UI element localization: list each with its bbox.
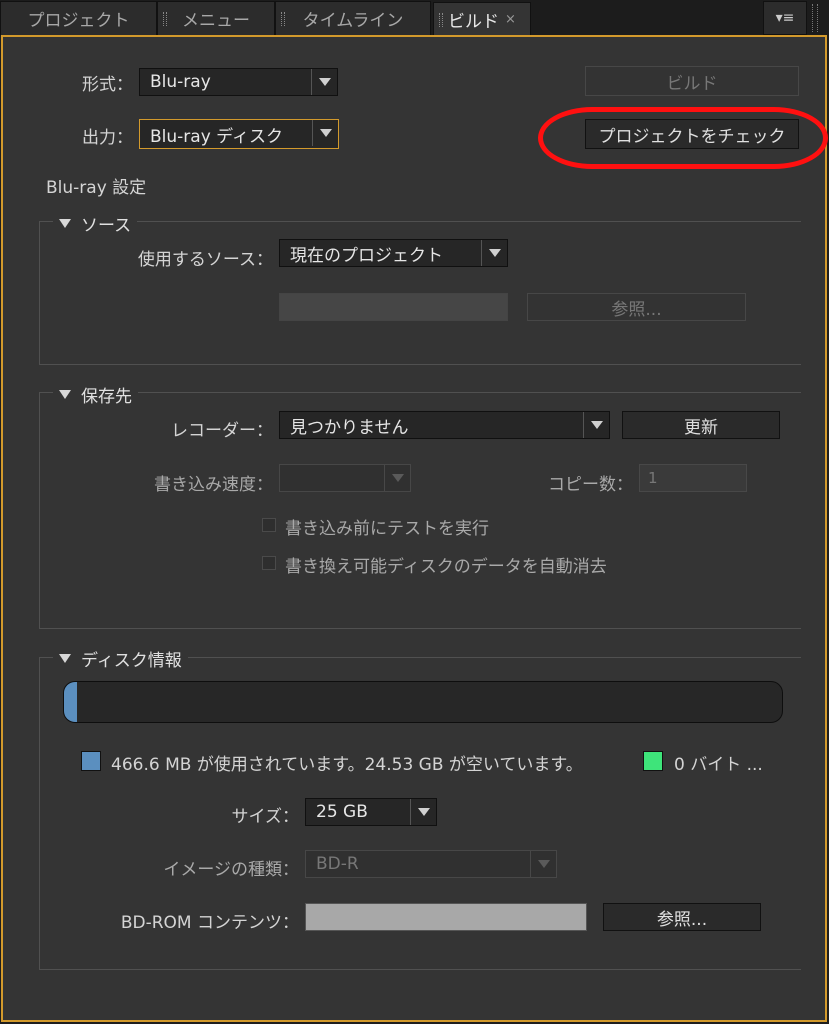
grip-icon	[439, 13, 443, 27]
other-space-swatch	[643, 751, 663, 771]
chevron-down-icon	[583, 412, 609, 438]
source-dropdown[interactable]: 現在のプロジェクト	[279, 239, 508, 267]
build-button[interactable]: ビルド	[585, 66, 799, 96]
source-use-label: 使用するソース：	[137, 250, 273, 270]
auto-erase-label: 書き換え可能ディスクのデータを自動消去	[285, 557, 607, 577]
chevron-down-icon	[384, 465, 410, 491]
format-value: Blu-ray	[150, 72, 211, 92]
other-usage-text: 0 バイト ...	[674, 755, 763, 775]
tab-project[interactable]: プロジェクト	[0, 1, 157, 35]
settings-title: Blu-ray 設定	[46, 178, 147, 198]
disclosure-triangle-icon[interactable]	[59, 654, 71, 663]
copies-field[interactable]: 1	[639, 464, 747, 492]
image-type-dropdown[interactable]: BD-R	[305, 850, 557, 878]
tab-label: ビルド	[448, 12, 500, 32]
size-dropdown[interactable]: 25 GB	[305, 798, 437, 826]
bdrom-contents-label: BD-ROM コンテンツ：	[120, 913, 299, 933]
disc-info-group-border	[39, 657, 40, 970]
source-group-border	[39, 221, 801, 222]
output-dropdown[interactable]: Blu-ray ディスク	[139, 119, 339, 149]
chevron-down-icon	[530, 851, 556, 877]
test-before-write-label: 書き込み前にテストを実行	[285, 519, 489, 539]
format-dropdown[interactable]: Blu-ray	[139, 68, 338, 96]
write-speed-label: 書き込み速度：	[154, 475, 273, 495]
disc-info-group-title[interactable]: ディスク情報	[53, 646, 188, 671]
destination-group-border	[39, 392, 40, 629]
source-path-field[interactable]	[279, 293, 508, 321]
panel-menu-icon[interactable]: ▾≡	[763, 1, 807, 35]
source-title-text: ソース	[81, 216, 132, 236]
tab-bar: プロジェクト メニュー タイムライン ビルド × ▾≡	[0, 0, 829, 36]
disc-usage-meter	[63, 681, 783, 723]
tab-menu[interactable]: メニュー	[157, 1, 275, 35]
used-space-swatch	[81, 751, 101, 771]
tab-label: メニュー	[182, 11, 250, 31]
disc-info-group-border	[39, 969, 801, 970]
source-group-border	[39, 364, 801, 365]
size-label: サイズ：	[231, 807, 300, 827]
chevron-down-icon	[481, 240, 507, 266]
recorder-dropdown[interactable]: 見つかりません	[279, 411, 610, 439]
tab-label: タイムライン	[302, 11, 404, 31]
red-highlight-annotation	[538, 107, 828, 169]
destination-group-border	[39, 392, 801, 393]
grip-icon	[281, 12, 285, 26]
source-browse-button[interactable]: 参照...	[527, 293, 746, 321]
copies-label: コピー数：	[548, 475, 633, 495]
refresh-button[interactable]: 更新	[622, 411, 780, 439]
grip-icon	[812, 4, 818, 32]
image-type-label: イメージの種類：	[163, 860, 299, 880]
auto-erase-checkbox[interactable]	[262, 556, 276, 570]
disclosure-triangle-icon[interactable]	[59, 219, 71, 228]
build-panel: 形式： Blu-ray 出力： Blu-ray ディスク ビルド プロジェクトを…	[1, 35, 828, 1022]
disclosure-triangle-icon[interactable]	[59, 390, 71, 399]
recorder-label: レコーダー：	[171, 421, 273, 441]
size-value: 25 GB	[316, 802, 368, 822]
write-speed-dropdown[interactable]	[279, 464, 411, 492]
destination-group-border	[39, 628, 801, 629]
output-value: Blu-ray ディスク	[150, 126, 283, 147]
format-label: 形式：	[82, 75, 133, 95]
test-before-write-checkbox[interactable]	[262, 518, 276, 532]
disc-usage-text: 466.6 MB が使用されています。24.53 GB が空いています。	[111, 755, 583, 775]
output-label: 出力：	[82, 128, 133, 148]
recorder-value: 見つかりません	[290, 417, 409, 438]
source-value: 現在のプロジェクト	[290, 245, 443, 266]
chevron-down-icon	[312, 120, 338, 146]
tab-label: プロジェクト	[27, 11, 130, 31]
image-type-value: BD-R	[316, 854, 359, 874]
tab-build[interactable]: ビルド ×	[433, 2, 531, 36]
grip-icon	[163, 12, 167, 26]
close-icon[interactable]: ×	[505, 12, 516, 27]
bdrom-browse-button[interactable]: 参照...	[603, 903, 761, 931]
disc-info-title-text: ディスク情報	[81, 651, 182, 671]
bdrom-contents-field[interactable]	[305, 903, 587, 931]
chevron-down-icon	[311, 69, 337, 95]
disc-usage-fill	[64, 682, 77, 722]
chevron-down-icon	[410, 799, 436, 825]
source-group-border	[39, 221, 40, 365]
tab-timeline[interactable]: タイムライン	[275, 1, 431, 35]
destination-title-text: 保存先	[81, 387, 132, 407]
